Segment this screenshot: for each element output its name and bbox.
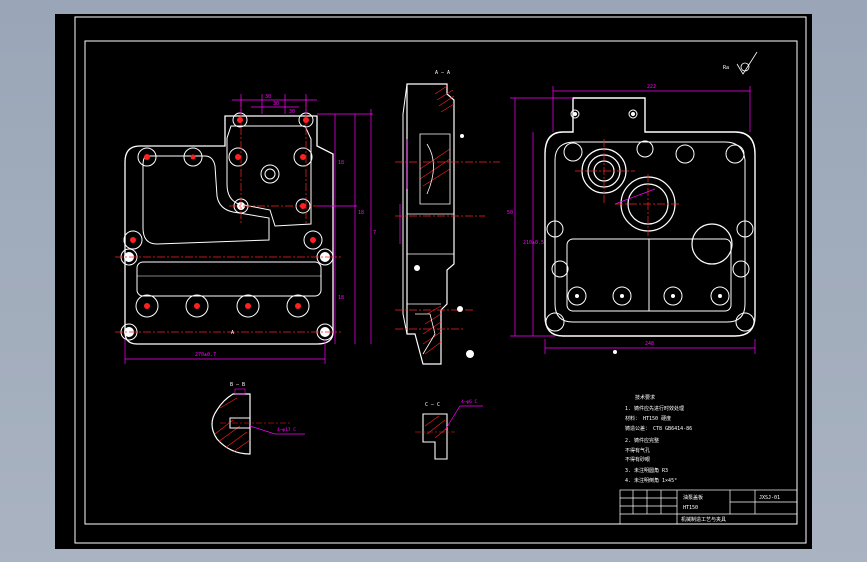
note-1: 1. 铸件应先进行时效处理 bbox=[625, 405, 684, 412]
left-dim-right-3: 7 bbox=[373, 230, 376, 236]
title-part-name: 油泵盖板 bbox=[683, 494, 703, 501]
detail-left-callout: 4—φ17 C bbox=[277, 427, 296, 433]
section-view: A — A bbox=[395, 70, 500, 365]
left-view: 30 30 30 18 18 7 18 270±0.7 A bbox=[115, 94, 376, 364]
section-label: A — A bbox=[435, 70, 450, 76]
note-7: 3. 未注明圆角 R3 bbox=[625, 467, 668, 474]
section-internal-lines bbox=[407, 133, 454, 355]
right-view-inner bbox=[554, 141, 746, 323]
drawing-sheet: 30 30 30 18 18 7 18 270±0.7 A A — A 222 … bbox=[55, 14, 812, 549]
right-view-main-bores bbox=[581, 148, 733, 265]
left-dim-top-2: 30 bbox=[273, 101, 279, 107]
title-block-text: 油泵盖板 HT150 JXSJ-01 机械制造工艺与夹具 bbox=[681, 494, 780, 523]
title-material: HT150 bbox=[683, 505, 698, 511]
detail-mid-outline bbox=[422, 413, 448, 460]
left-view-slot bbox=[136, 261, 322, 297]
roughness-symbol-text: Ra bbox=[723, 65, 729, 71]
detail-mid-label: C — C bbox=[425, 402, 440, 408]
note-4: 2. 铸件应完整 bbox=[625, 437, 659, 444]
title-school: 机械制造工艺与夹具 bbox=[681, 516, 726, 523]
detail-left-outline bbox=[211, 393, 251, 455]
right-view-dimensions bbox=[510, 86, 756, 354]
left-view-dim-text: 30 30 30 18 18 7 18 270±0.7 bbox=[195, 94, 376, 358]
section-markers bbox=[414, 134, 474, 358]
title-drawing-no: JXSJ-01 bbox=[759, 495, 780, 501]
note-5: 不得有气孔 bbox=[625, 447, 650, 454]
section-outline bbox=[406, 83, 455, 365]
detail-mid: C — C 4—φ6 C bbox=[415, 399, 483, 460]
right-dim-bottom: 248 bbox=[645, 341, 654, 347]
right-view-outline bbox=[544, 97, 756, 337]
technical-notes: 技术要求 1. 铸件应先进行时效处理 材料： HT150 硬度 铸造公差： CT… bbox=[625, 394, 692, 484]
left-dim-bottom: 270±0.7 bbox=[195, 352, 216, 358]
detail-left: B — B 4—φ17 C bbox=[211, 382, 305, 455]
right-dim-left-1: 50 bbox=[507, 210, 513, 216]
left-view-inner-pocket bbox=[142, 155, 270, 245]
note-3: 铸造公差： CT8 GB6414-86 bbox=[625, 425, 692, 432]
note-8: 4. 未注明倒角 1×45° bbox=[625, 477, 677, 484]
right-view-dim-text: 222 50 210±0.5 248 bbox=[507, 84, 656, 347]
left-dim-right-1: 18 bbox=[338, 160, 344, 166]
right-dim-left-2: 210±0.5 bbox=[523, 240, 544, 246]
right-view-small-holes bbox=[573, 112, 722, 298]
right-dim-top: 222 bbox=[647, 84, 656, 90]
left-view-datum: A bbox=[231, 330, 234, 336]
detail-left-tag bbox=[234, 388, 246, 395]
detail-mid-hatching bbox=[424, 415, 448, 439]
left-dim-right-2: 18 bbox=[358, 210, 364, 216]
left-dim-top-3: 30 bbox=[289, 109, 295, 115]
detail-mid-callout: 4—φ6 C bbox=[461, 399, 478, 405]
inner-border bbox=[84, 40, 798, 525]
detail-mid-leader bbox=[444, 405, 483, 431]
left-view-outline bbox=[124, 115, 334, 345]
right-view: 222 50 210±0.5 248 Ra bbox=[507, 51, 758, 354]
detail-left-label: B — B bbox=[230, 382, 245, 388]
left-view-dimensions bbox=[124, 94, 373, 364]
note-2: 材料： HT150 硬度 bbox=[625, 415, 671, 422]
left-dim-right-4: 18 bbox=[338, 295, 344, 301]
note-6: 不得有砂眼 bbox=[625, 456, 650, 463]
note-0: 技术要求 bbox=[635, 394, 655, 401]
right-view-bottom-marker bbox=[613, 350, 617, 354]
left-dim-top-1: 30 bbox=[265, 94, 271, 100]
cad-drawing: 30 30 30 18 18 7 18 270±0.7 A A — A 222 … bbox=[74, 16, 807, 544]
outer-border bbox=[74, 16, 807, 544]
